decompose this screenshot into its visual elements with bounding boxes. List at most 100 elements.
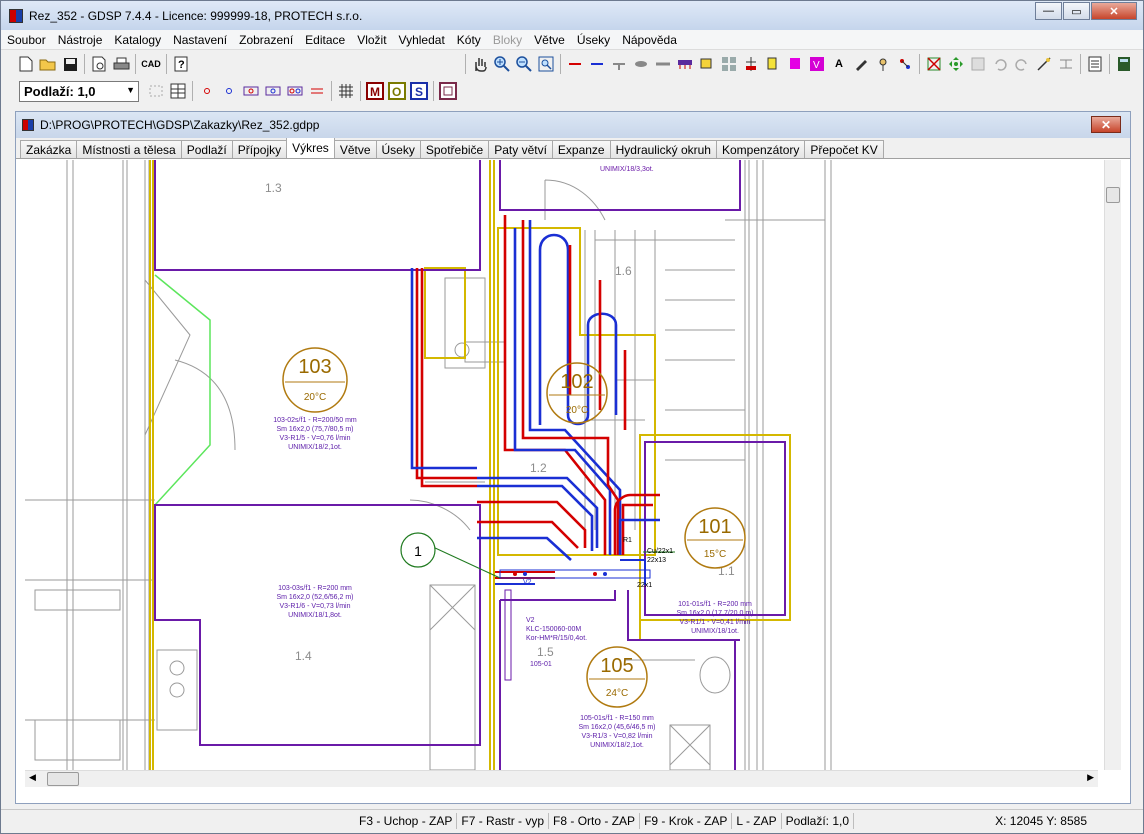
node-icon[interactable] (895, 54, 915, 74)
tab-expanze[interactable]: Expanze (551, 140, 611, 158)
tab-prepocet-kv[interactable]: Přepočet KV (804, 140, 884, 158)
room-101[interactable]: 101 15°C 101-01s/f1 - R=200 mm Sm 16x2,0… (676, 507, 754, 635)
marker-number: 1 (414, 543, 422, 559)
return-line-icon[interactable] (587, 54, 607, 74)
calculator-icon[interactable] (1114, 54, 1134, 74)
magenta-block-icon[interactable] (785, 54, 805, 74)
tab-hydraulicky-okruh[interactable]: Hydraulický okruh (609, 140, 717, 158)
supply-line-icon[interactable] (565, 54, 585, 74)
tab-useky[interactable]: Úseky (375, 140, 421, 158)
new-file-icon[interactable] (16, 54, 36, 74)
menu-vyhledat[interactable]: Vyhledat (393, 33, 451, 47)
tab-mistnosti[interactable]: Místnosti a tělesa (76, 140, 182, 158)
grid-icon[interactable] (336, 81, 356, 101)
open-folder-icon[interactable] (38, 54, 58, 74)
zoom-window-icon[interactable] (536, 54, 556, 74)
mode-m-button[interactable]: M (365, 81, 385, 101)
floor-plan-drawing[interactable]: 1.3 1.6 1.2 1.1 1.4 1.5 UNIMIX/18/3,3ot.… (25, 160, 1098, 770)
menu-zobrazeni[interactable]: Zobrazení (233, 33, 299, 47)
blocks-icon[interactable] (719, 54, 739, 74)
pin-icon[interactable] (873, 54, 893, 74)
menu-nastroje[interactable]: Nástroje (52, 33, 109, 47)
room-102[interactable]: 102 20°C (546, 362, 608, 424)
small-circle-blue-icon[interactable] (219, 81, 239, 101)
scroll-right-icon[interactable]: ▶ (1087, 772, 1094, 783)
room-105[interactable]: 105 24°C 105-01s/f1 - R=150 mm Sm 16x2,0… (578, 646, 656, 749)
status-l[interactable]: L - ZAP (732, 812, 782, 829)
horizontal-scroll-thumb[interactable] (47, 772, 79, 786)
help-icon[interactable]: ? (171, 54, 191, 74)
small-circle-red-icon[interactable] (197, 81, 217, 101)
menu-vetve[interactable]: Větve (528, 33, 571, 47)
menu-napoveda[interactable]: Nápověda (616, 33, 683, 47)
heater-icon[interactable] (741, 54, 761, 74)
pan-hand-icon[interactable] (470, 54, 490, 74)
minimize-button[interactable]: — (1035, 2, 1062, 20)
room-103[interactable]: 103 20°C 103-02s/f1 - R=200/50 mm Sm 16x… (273, 347, 357, 451)
zoom-in-icon[interactable] (492, 54, 512, 74)
tab-podlazi[interactable]: Podlaží (180, 140, 233, 158)
menu-katalogy[interactable]: Katalogy (108, 33, 167, 47)
pipe-icon[interactable] (653, 54, 673, 74)
tab-kompenzatory[interactable]: Kompenzátory (715, 140, 806, 158)
text-a-button[interactable]: A (829, 54, 849, 74)
maximize-button[interactable]: ▭ (1063, 2, 1090, 20)
menu-koty[interactable]: Kóty (451, 33, 487, 47)
valve-v-button[interactable]: V (807, 54, 827, 74)
menu-vlozit[interactable]: Vložit (351, 33, 392, 47)
floor-select[interactable]: Podlaží: 1,0 ▼ (19, 80, 139, 102)
yellow-block-icon[interactable] (763, 54, 783, 74)
delete-element-icon[interactable] (924, 54, 944, 74)
measure-icon[interactable] (1034, 54, 1054, 74)
close-button[interactable]: ✕ (1091, 2, 1137, 20)
floor-list-icon[interactable] (168, 81, 188, 101)
status-raster[interactable]: F7 - Rastr - vyp (457, 812, 550, 829)
room-104-info[interactable]: 103-03s/f1 - R=200 mm Sm 16x2,0 (52,6/56… (276, 585, 353, 619)
print-icon[interactable] (111, 54, 131, 74)
tab-spotrebice[interactable]: Spotřebiče (419, 140, 490, 158)
double-line-icon[interactable] (307, 81, 327, 101)
radiator-icon[interactable] (675, 54, 695, 74)
room-temperature: 20°C (304, 392, 326, 403)
status-ortho[interactable]: F8 - Orto - ZAP (549, 812, 641, 829)
dimension-icon[interactable] (1056, 54, 1076, 74)
list-icon[interactable] (1085, 54, 1105, 74)
box-circle-red-icon[interactable] (241, 81, 261, 101)
consumer-icon[interactable] (697, 54, 717, 74)
menu-soubor[interactable]: Soubor (1, 33, 52, 47)
mode-o-button[interactable]: O (387, 81, 407, 101)
horizontal-scrollbar[interactable]: ◀ ▶ (25, 770, 1098, 787)
svg-text:?: ? (178, 59, 185, 71)
vertical-scroll-thumb[interactable] (1106, 187, 1120, 203)
tab-zakazka[interactable]: Zakázka (20, 140, 78, 158)
tab-vykres[interactable]: Výkres (286, 137, 335, 158)
menu-editace[interactable]: Editace (299, 33, 351, 47)
status-snap[interactable]: F3 - Uchop - ZAP (355, 812, 458, 829)
move-icon[interactable] (946, 54, 966, 74)
distributor-marker[interactable]: 1 (400, 532, 436, 568)
menu-useky[interactable]: Úseky (571, 33, 616, 47)
tab-pripojky[interactable]: Přípojky (231, 140, 288, 158)
zoom-out-icon[interactable] (514, 54, 534, 74)
vertical-scrollbar[interactable] (1104, 160, 1121, 770)
save-icon[interactable] (60, 54, 80, 74)
tab-paty-vetvi[interactable]: Paty větví (488, 140, 553, 158)
svg-text:V: V (813, 60, 820, 71)
pipe-label: 22x1 (637, 582, 652, 589)
document-close-button[interactable]: ✕ (1091, 116, 1121, 133)
box-circle-blue-icon[interactable] (263, 81, 283, 101)
scroll-left-icon[interactable]: ◀ (29, 772, 36, 783)
tab-vetve[interactable]: Větve (333, 140, 377, 158)
pen-icon[interactable] (851, 54, 871, 74)
drawing-canvas[interactable]: 1.3 1.6 1.2 1.1 1.4 1.5 UNIMIX/18/3,3ot.… (25, 160, 1098, 770)
menu-nastaveni[interactable]: Nastavení (167, 33, 233, 47)
mode-s-button[interactable]: S (409, 81, 429, 101)
cad-button[interactable]: CAD (140, 54, 162, 74)
branch-icon[interactable] (609, 54, 629, 74)
frame-icon[interactable] (438, 81, 458, 101)
fitting-icon[interactable] (631, 54, 651, 74)
box-double-circle-icon[interactable] (285, 81, 305, 101)
print-preview-icon[interactable] (89, 54, 109, 74)
status-step[interactable]: F9 - Krok - ZAP (640, 812, 733, 829)
floor-frame-icon (146, 81, 166, 101)
